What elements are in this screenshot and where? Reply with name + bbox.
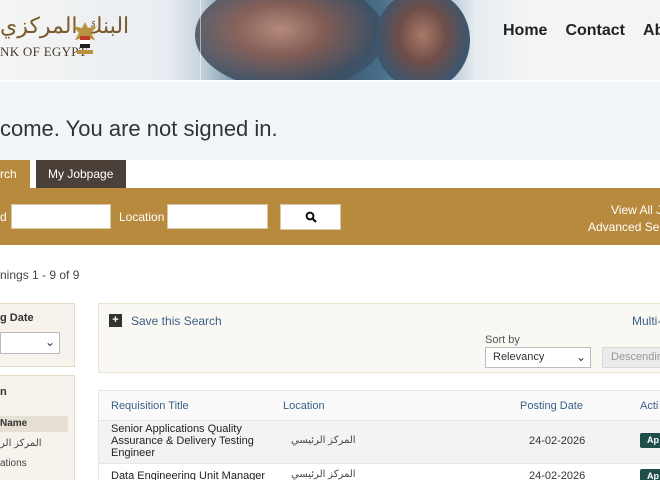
nav-contact-link[interactable]: Contact <box>565 22 625 40</box>
search-bar: d Location View All J Advanced Sea <box>0 188 660 245</box>
posting-date-select[interactable]: ⌄ <box>0 332 60 354</box>
location-input[interactable] <box>167 204 268 229</box>
keyword-label: d <box>0 210 7 224</box>
tab-my-jobpage[interactable]: My Jobpage <box>36 160 126 188</box>
sort-direction-button[interactable]: Descendin <box>602 347 660 368</box>
openings-count: nings 1 - 9 of 9 <box>0 268 80 282</box>
chevron-down-icon: ⌄ <box>44 335 55 349</box>
sort-by-value: Relevancy <box>493 351 545 363</box>
location-header[interactable]: Location <box>283 400 325 412</box>
name-column-header: Name <box>0 416 68 432</box>
hero-divider <box>200 0 201 80</box>
sort-by-label: Sort by <box>485 334 520 346</box>
job-posting-date: 24-02-2026 <box>529 470 586 480</box>
chevron-down-icon: ⌄ <box>575 350 586 364</box>
site-header: البنك المركزي NK OF EGYPT Home Contact A… <box>0 0 660 80</box>
job-posting-date: 24-02-2026 <box>529 435 586 447</box>
welcome-heading: come. You are not signed in. <box>0 116 278 141</box>
tab-job-search[interactable]: rch <box>0 160 30 188</box>
location-label: Location <box>119 210 165 224</box>
multi-select-link[interactable]: Multi- <box>632 314 660 328</box>
plus-icon[interactable]: + <box>109 314 122 327</box>
nav-home-link[interactable]: Home <box>503 22 547 40</box>
table-row: Senior Applications Quality Assurance & … <box>99 421 660 463</box>
save-search-link[interactable]: Save this Search <box>131 314 222 328</box>
job-location: المركز الرئيسي <box>291 469 356 480</box>
search-icon <box>305 211 317 223</box>
job-location: المركز الرئيسي <box>291 435 356 446</box>
table-row: Data Engineering Unit Manager المركز الر… <box>99 463 660 480</box>
eagle-emblem-icon <box>73 22 97 54</box>
posting-date-header[interactable]: Posting Date <box>520 400 583 412</box>
main-nav: Home Contact Ab <box>503 22 660 40</box>
bank-logo[interactable]: البنك المركزي NK OF EGYPT <box>0 14 129 66</box>
nav-about-link[interactable]: Ab <box>643 22 660 40</box>
job-title-link[interactable]: Data Engineering Unit Manager <box>111 470 271 480</box>
logo-arabic-text: البنك المركزي <box>0 14 130 39</box>
advanced-search-link[interactable]: Advanced Sea <box>588 220 660 234</box>
job-title-link[interactable]: Senior Applications Quality Assurance & … <box>111 423 271 459</box>
apply-button[interactable]: Ap <box>640 433 660 448</box>
location-filter-item[interactable]: ations <box>0 458 27 469</box>
results-toolbar: + Save this Search Multi- Sort by Releva… <box>98 303 660 373</box>
job-results-table: Requisition Title Location Posting Date … <box>98 390 660 480</box>
view-all-jobs-link[interactable]: View All J <box>611 203 660 217</box>
location-filter-item[interactable]: المركز الر <box>0 438 42 449</box>
table-header: Requisition Title Location Posting Date … <box>99 391 660 421</box>
action-header: Acti <box>640 400 659 412</box>
search-button[interactable] <box>280 204 341 230</box>
hero-image-left <box>195 0 385 80</box>
posting-date-title: g Date <box>0 312 34 324</box>
keyword-input[interactable] <box>11 204 111 229</box>
apply-button[interactable]: Ap <box>640 469 660 480</box>
hero-image-right <box>375 0 470 80</box>
posting-date-filter: g Date ⌄ <box>0 303 75 367</box>
welcome-banner: come. You are not signed in. <box>0 82 660 160</box>
location-filter-title: n <box>0 386 7 398</box>
location-filter: n Name المركز الر ations <box>0 375 75 480</box>
sort-by-select[interactable]: Relevancy ⌄ <box>485 347 591 368</box>
requisition-title-header[interactable]: Requisition Title <box>111 400 189 412</box>
